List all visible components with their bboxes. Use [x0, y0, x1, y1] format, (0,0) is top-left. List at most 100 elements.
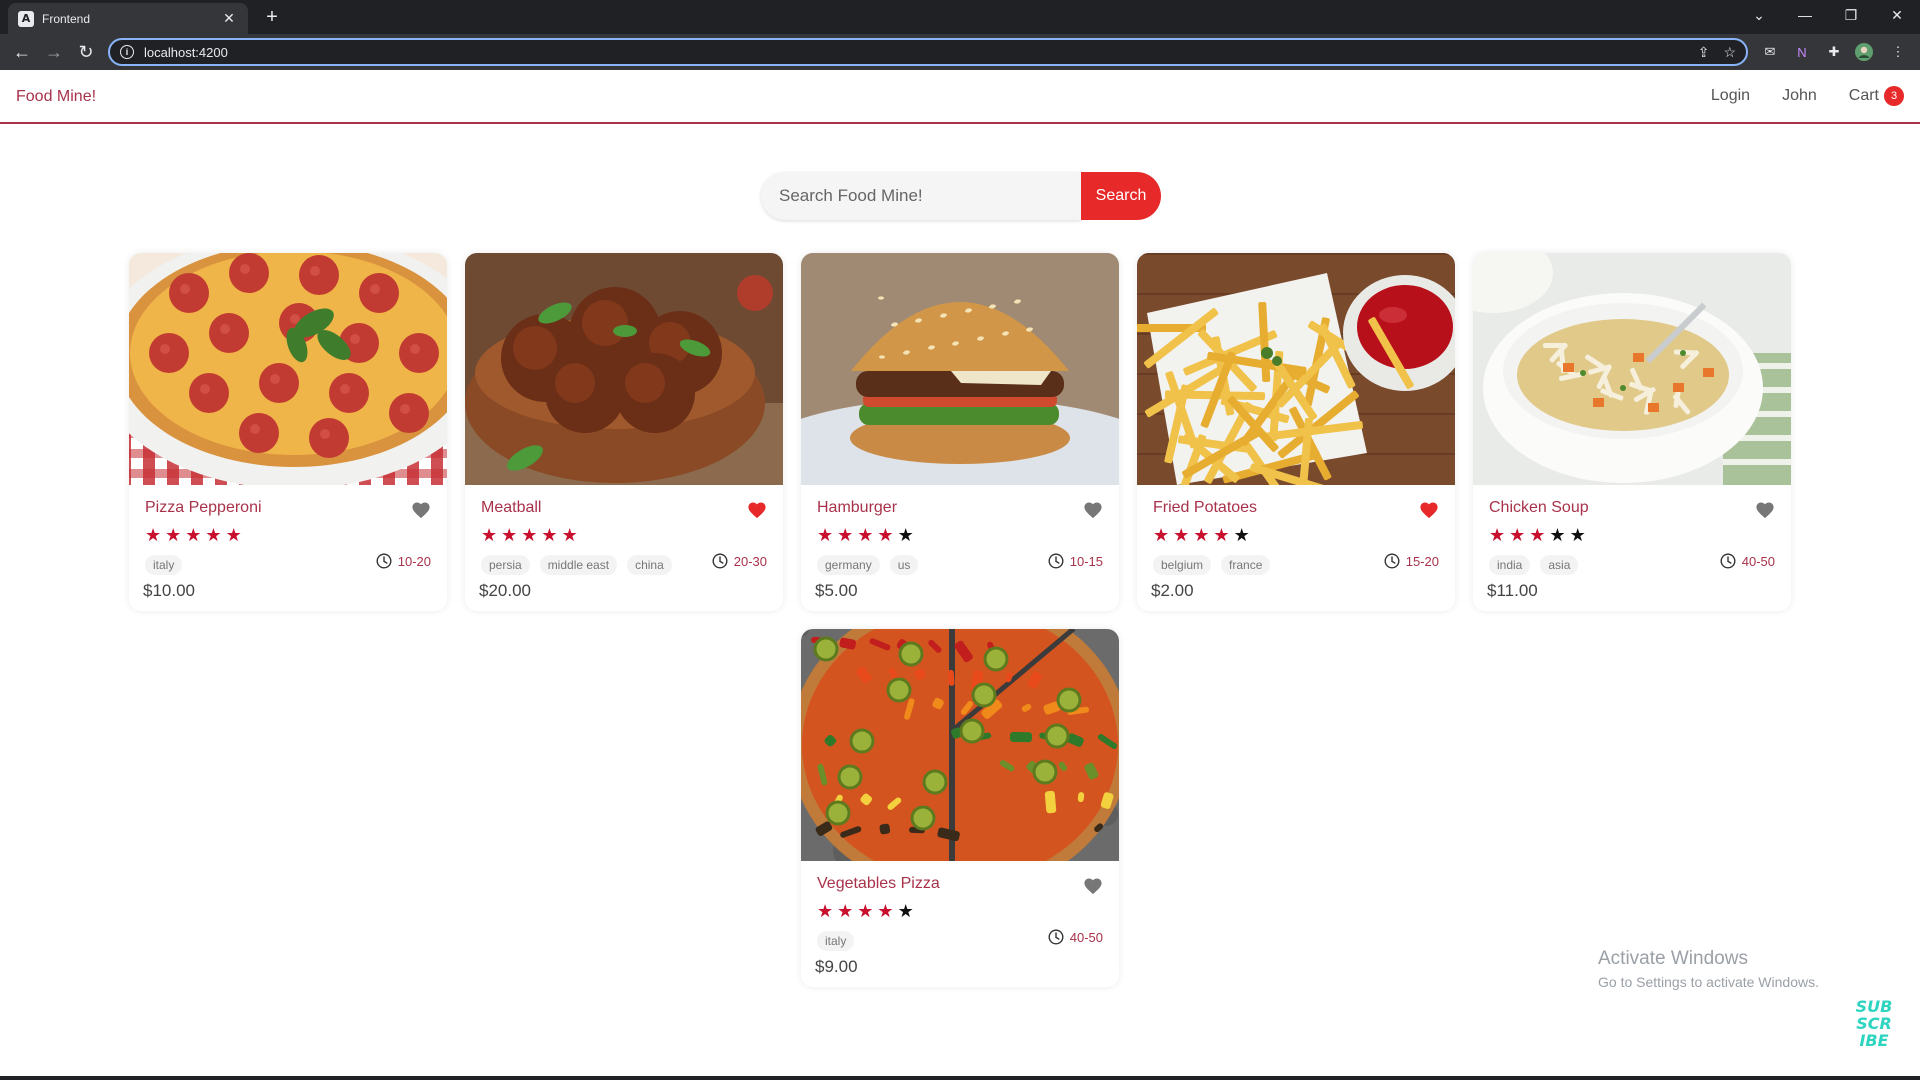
- food-card[interactable]: Fried Potatoes ★ ★ ★ ★ ★ belgium france 15-20…: [1137, 253, 1455, 611]
- star-filled-icon: ★: [501, 525, 518, 546]
- star-filled-icon: ★: [1489, 525, 1506, 546]
- food-card[interactable]: Hamburger ★ ★ ★ ★ ★ germany us 10-15 $5.00: [801, 253, 1119, 611]
- header-nav: Login John Cart 3: [1679, 86, 1904, 106]
- search-button[interactable]: Search: [1081, 172, 1161, 220]
- app-header: Food Mine! Login John Cart 3: [0, 70, 1920, 124]
- tag-chip[interactable]: us: [889, 555, 919, 575]
- restore-icon[interactable]: ❐: [1828, 0, 1874, 30]
- food-card-body: Fried Potatoes ★ ★ ★ ★ ★ belgium france 15-20…: [1137, 485, 1455, 611]
- cart-label: Cart: [1848, 87, 1879, 105]
- close-tab-icon[interactable]: ✕: [220, 10, 238, 27]
- cook-time: 10-15: [1048, 553, 1103, 569]
- share-icon[interactable]: ⇪: [1698, 44, 1710, 61]
- tag-chip[interactable]: india: [1489, 555, 1531, 575]
- star-filled-icon: ★: [877, 525, 894, 546]
- star-filled-icon: ★: [817, 525, 834, 546]
- food-price: $20.00: [479, 581, 531, 600]
- tag-chip[interactable]: middle east: [539, 555, 618, 575]
- tag-chip[interactable]: germany: [817, 555, 880, 575]
- star-rating: ★ ★ ★ ★ ★: [145, 527, 246, 545]
- mail-extension-icon[interactable]: ✉: [1760, 42, 1780, 62]
- angular-favicon-icon: A: [18, 10, 34, 27]
- favorite-heart-active-icon[interactable]: [747, 501, 767, 519]
- tag-chip[interactable]: belgium: [1153, 555, 1212, 575]
- favorite-heart-active-icon[interactable]: [1419, 501, 1439, 519]
- cook-time-value: 20-30: [733, 553, 767, 569]
- url-text[interactable]: localhost:4200: [144, 45, 1684, 60]
- cook-time: 40-50: [1720, 553, 1775, 569]
- subscribe-badge[interactable]: SUB SCR IBE: [1846, 998, 1902, 1049]
- food-image-vegetables-pizza[interactable]: [801, 629, 1119, 861]
- food-name[interactable]: Hamburger: [817, 499, 1103, 517]
- star-filled-icon: ★: [1509, 525, 1526, 546]
- food-name[interactable]: Pizza Pepperoni: [145, 499, 431, 517]
- food-card[interactable]: Chicken Soup ★ ★ ★ ★ ★ india asia 40-50 $11.0…: [1473, 253, 1791, 611]
- clock-icon: [1720, 553, 1736, 569]
- tag-chip[interactable]: italy: [817, 931, 855, 951]
- favorite-heart-icon[interactable]: [1755, 501, 1775, 519]
- address-bar[interactable]: i localhost:4200 ⇪ ☆: [108, 38, 1748, 66]
- minimize-icon[interactable]: —: [1782, 0, 1828, 30]
- food-name[interactable]: Vegetables Pizza: [817, 875, 1103, 893]
- star-empty-icon: ★: [1549, 525, 1566, 546]
- new-tab-icon[interactable]: +: [260, 5, 284, 29]
- food-card-body: Meatball ★ ★ ★ ★ ★ persia middle east china 20…: [465, 485, 783, 611]
- clock-icon: [1048, 553, 1064, 569]
- browser-menu-icon[interactable]: ⋮: [1888, 42, 1908, 62]
- tag-chip[interactable]: china: [627, 555, 672, 575]
- user-menu-link[interactable]: John: [1782, 87, 1817, 105]
- food-image-fried-potatoes[interactable]: [1137, 253, 1455, 485]
- tag-chip[interactable]: asia: [1540, 555, 1579, 575]
- cook-time: 20-30: [712, 553, 767, 569]
- food-image-hamburger[interactable]: [801, 253, 1119, 485]
- food-image-chicken-soup[interactable]: [1473, 253, 1791, 485]
- favorite-heart-icon[interactable]: [411, 501, 431, 519]
- food-card[interactable]: Pizza Pepperoni ★ ★ ★ ★ ★ italy 10-20 $10.00: [129, 253, 447, 611]
- food-card-body: Hamburger ★ ★ ★ ★ ★ germany us 10-15 $5.00: [801, 485, 1119, 611]
- origin-tags: india asia: [1489, 555, 1588, 575]
- activate-title: Activate Windows: [1598, 948, 1748, 969]
- food-card-body: Chicken Soup ★ ★ ★ ★ ★ india asia 40-50 $11.0…: [1473, 485, 1791, 611]
- reload-icon[interactable]: ↻: [74, 40, 98, 64]
- tag-chip[interactable]: persia: [481, 555, 530, 575]
- login-link[interactable]: Login: [1711, 87, 1750, 105]
- food-image-meatball[interactable]: [465, 253, 783, 485]
- food-name[interactable]: Fried Potatoes: [1153, 499, 1439, 517]
- site-info-icon[interactable]: i: [120, 45, 134, 59]
- cook-time-value: 40-50: [1069, 929, 1103, 945]
- star-empty-icon: ★: [1569, 525, 1586, 546]
- back-icon[interactable]: ←: [10, 40, 34, 64]
- star-empty-icon: ★: [897, 901, 914, 922]
- tag-chip[interactable]: italy: [145, 555, 183, 575]
- food-card[interactable]: Vegetables Pizza ★ ★ ★ ★ ★ italy 40-50 $9.00: [801, 629, 1119, 987]
- close-window-icon[interactable]: ✕: [1874, 0, 1920, 30]
- cook-time-value: 15-20: [1405, 553, 1439, 569]
- star-rating: ★ ★ ★ ★ ★: [1489, 527, 1590, 545]
- logo-link[interactable]: Food Mine!: [16, 88, 96, 106]
- profile-avatar-icon[interactable]: [1854, 42, 1874, 62]
- activate-subtitle: Go to Settings to activate Windows.: [1598, 974, 1819, 990]
- star-filled-icon: ★: [877, 901, 894, 922]
- tab-search-icon[interactable]: ⌄: [1736, 0, 1782, 30]
- extensions-puzzle-icon[interactable]: ✚: [1824, 42, 1844, 62]
- food-image-pizza-pepperoni[interactable]: [129, 253, 447, 485]
- food-price: $11.00: [1487, 581, 1538, 600]
- forward-icon[interactable]: →: [42, 40, 66, 64]
- favorite-heart-icon[interactable]: [1083, 877, 1103, 895]
- onenote-extension-icon[interactable]: N: [1792, 42, 1812, 62]
- cook-time-value: 10-20: [397, 553, 431, 569]
- food-card[interactable]: Meatball ★ ★ ★ ★ ★ persia middle east china 20…: [465, 253, 783, 611]
- star-empty-icon: ★: [897, 525, 914, 546]
- cart-link[interactable]: Cart 3: [1849, 86, 1904, 106]
- bookmark-star-icon[interactable]: ☆: [1723, 44, 1736, 61]
- search-input[interactable]: [761, 172, 1081, 220]
- star-rating: ★ ★ ★ ★ ★: [817, 903, 918, 921]
- food-name[interactable]: Meatball: [481, 499, 767, 517]
- browser-tab[interactable]: A Frontend ✕: [8, 3, 248, 34]
- star-filled-icon: ★: [1529, 525, 1546, 546]
- browser-tab-strip: A Frontend ✕ + ⌄ — ❐ ✕: [0, 0, 1920, 34]
- star-filled-icon: ★: [225, 525, 242, 546]
- tag-chip[interactable]: france: [1221, 555, 1271, 575]
- favorite-heart-icon[interactable]: [1083, 501, 1103, 519]
- food-name[interactable]: Chicken Soup: [1489, 499, 1775, 517]
